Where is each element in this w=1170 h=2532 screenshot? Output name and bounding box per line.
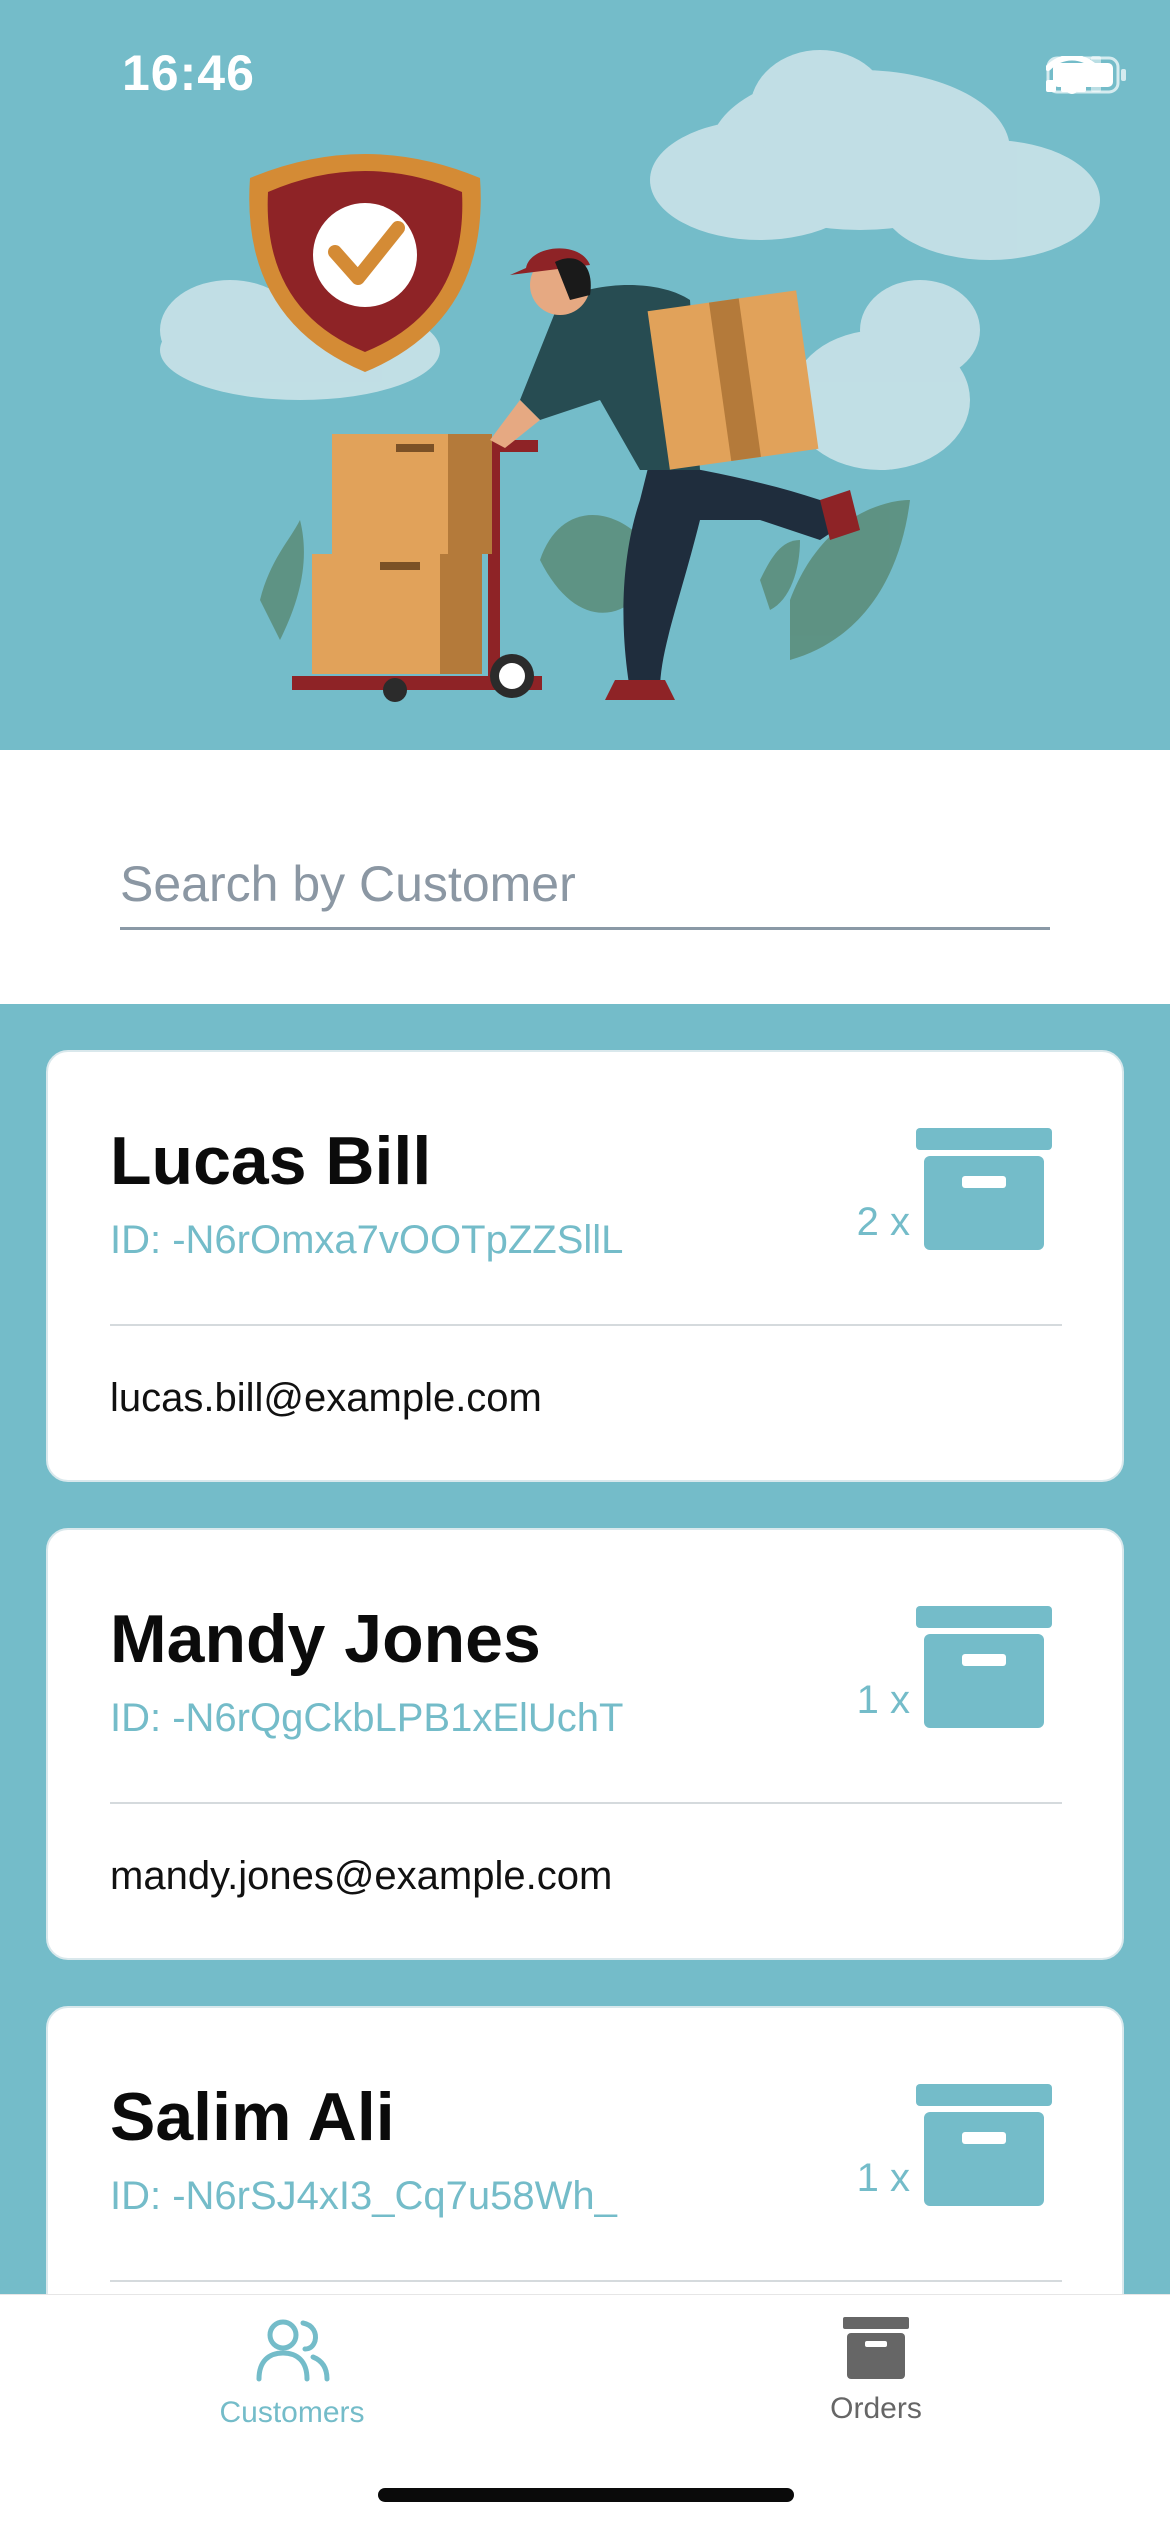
customer-id: ID: -N6rOmxa7vOOTpZZSllL xyxy=(110,1218,624,1262)
customer-card[interactable]: Lucas Bill ID: -N6rOmxa7vOOTpZZSllL 2 x … xyxy=(46,1050,1124,1482)
customer-name: Mandy Jones xyxy=(110,1601,541,1677)
hero-illustration: 16:46 xyxy=(0,0,1170,750)
search-input[interactable] xyxy=(120,830,1050,930)
delivery-illustration xyxy=(160,50,1100,702)
customer-name: Salim Ali xyxy=(110,2079,395,2155)
card-divider xyxy=(110,1802,1062,1804)
card-divider xyxy=(110,1324,1062,1326)
archive-box-icon xyxy=(843,2317,909,2384)
customer-email: lucas.bill@example.com xyxy=(110,1376,542,1420)
customer-name: Lucas Bill xyxy=(110,1123,432,1199)
archive-box-icon xyxy=(916,1128,1052,1255)
archive-box-icon xyxy=(916,1606,1052,1733)
customer-card[interactable]: Salim Ali ID: -N6rSJ4xI3_Cq7u58Wh_ 1 x xyxy=(46,2006,1124,2294)
tab-customers[interactable]: Customers xyxy=(142,2317,442,2430)
customer-card[interactable]: Mandy Jones ID: -N6rQgCkbLPB1xElUchT 1 x… xyxy=(46,1528,1124,1960)
customer-id: ID: -N6rQgCkbLPB1xElUchT xyxy=(110,1696,624,1740)
order-count: 1 x xyxy=(856,2156,910,2200)
home-indicator xyxy=(378,2488,794,2502)
tab-label: Orders xyxy=(830,2392,922,2425)
archive-box-icon xyxy=(916,2084,1052,2211)
order-count: 2 x xyxy=(856,1200,910,1244)
order-count: 1 x xyxy=(856,1678,910,1722)
tab-label: Customers xyxy=(219,2396,365,2429)
users-icon xyxy=(253,2317,331,2388)
customer-email: mandy.jones@example.com xyxy=(110,1854,613,1898)
tab-orders[interactable]: Orders xyxy=(726,2317,1026,2426)
status-time: 16:46 xyxy=(122,45,255,101)
card-divider xyxy=(110,2280,1062,2282)
customer-list[interactable]: Lucas Bill ID: -N6rOmxa7vOOTpZZSllL 2 x … xyxy=(0,1004,1170,2294)
customer-id: ID: -N6rSJ4xI3_Cq7u58Wh_ xyxy=(110,2174,617,2218)
